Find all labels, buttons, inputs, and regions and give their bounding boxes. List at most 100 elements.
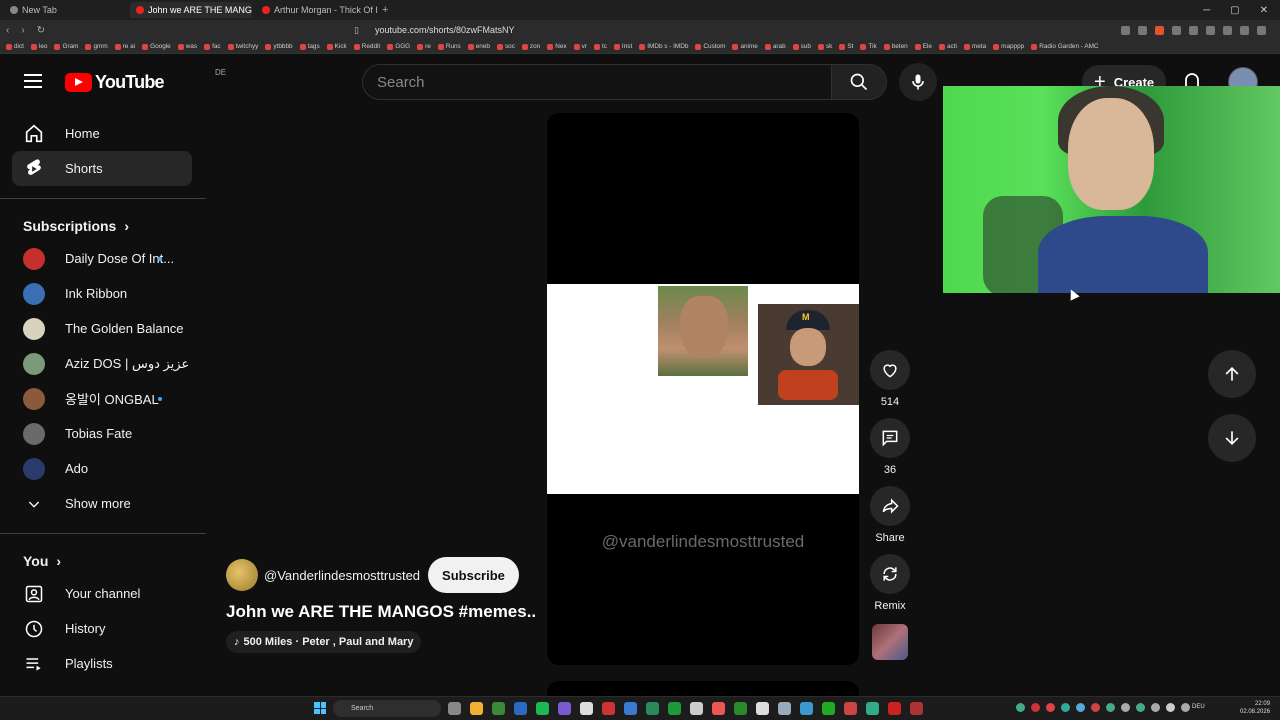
tray-icon[interactable] [1136,703,1145,712]
sidebar-icon[interactable] [1223,25,1232,35]
bookmark-item[interactable]: Nex [547,43,567,50]
like-button[interactable] [870,350,910,390]
bookmark-item[interactable]: sk [817,43,832,50]
bookmark-item[interactable]: meta [963,43,986,50]
bookmark-item[interactable]: zon [521,43,540,50]
wallet-icon[interactable] [1240,25,1249,35]
brave-shield-icon[interactable] [1155,25,1164,35]
taskbar-app-icon[interactable] [492,702,505,715]
bookmark-item[interactable]: Kick [326,43,347,50]
subscription-item[interactable]: The Golden Balance [12,311,192,346]
search-button[interactable] [831,64,887,100]
channel-name[interactable]: @Vanderlindesmosttrusted [264,568,420,583]
bookmark-item[interactable]: Custom [695,43,725,50]
bookmark-item[interactable]: Google [142,43,171,50]
remix-button[interactable] [870,554,910,594]
bookmark-item[interactable]: vr [573,43,587,50]
bookmark-item[interactable]: ytbbbb [265,43,293,50]
tray-icon[interactable] [1181,703,1190,712]
taskbar-app-icon[interactable] [668,702,681,715]
next-short-button[interactable] [1208,414,1256,462]
bookmark-item[interactable]: acti [938,43,957,50]
url-field[interactable]: youtube.com/shorts/80zwFMatsNY [375,25,515,35]
bookmark-item[interactable]: arab [764,43,786,50]
bookmark-item[interactable]: sub [792,43,811,50]
forward-icon[interactable]: › [21,25,24,36]
previous-short-button[interactable] [1208,350,1256,398]
sound-thumbnail[interactable] [872,624,908,660]
music-chip[interactable]: ♪ 500 Miles · Peter , Paul and Mary [226,631,422,653]
sidebar-item-your-channel[interactable]: Your channel [12,576,192,611]
tray-icon[interactable] [1076,703,1085,712]
taskbar-app-icon[interactable] [536,702,549,715]
tray-icon[interactable] [1106,703,1115,712]
tray-icon[interactable] [1151,703,1160,712]
subscriptions-heading[interactable]: Subscriptions › [0,211,206,241]
taskbar-app-icon[interactable] [448,702,461,715]
bookmark-item[interactable]: Radio Garden - AMC [1031,43,1099,50]
you-heading[interactable]: You › [0,546,206,576]
bookmark-item[interactable]: soc [496,43,515,50]
keyboard-language[interactable]: DEU [1192,704,1205,710]
taskbar-app-icon[interactable] [514,702,527,715]
back-icon[interactable]: ‹ [6,25,9,36]
taskbar-app-icon[interactable] [646,702,659,715]
bookmark-item[interactable]: Reddit [353,43,380,50]
show-more-button[interactable]: Show more [12,486,192,521]
bookmark-item[interactable]: twitchyy [227,43,258,50]
bookmark-item[interactable]: St [839,43,853,50]
bookmark-item[interactable]: tc [593,43,607,50]
subscription-item[interactable]: Aziz DOS | عزيز دوس [12,346,192,381]
sidebar-item-playlists[interactable]: Playlists [12,646,192,681]
taskbar-app-icon[interactable] [602,702,615,715]
subscription-item[interactable]: Ink Ribbon [12,276,192,311]
channel-avatar[interactable] [226,559,258,591]
sidebar-item-shorts[interactable]: Shorts [12,151,192,186]
taskbar-app-icon[interactable] [844,702,857,715]
browser-tab-active[interactable]: John we ARE THE MANGOS #✕ [130,2,252,18]
tray-icon[interactable] [1166,703,1175,712]
browser-tab[interactable]: New Tab [4,2,126,18]
tray-icon[interactable] [1091,703,1100,712]
extension-icon[interactable] [1172,25,1181,35]
bookmark-item[interactable]: Ele [914,43,932,50]
taskbar-app-icon[interactable] [734,702,747,715]
bookmark-item[interactable]: gmm [85,43,108,50]
shorts-video-player[interactable]: M @vanderlindesmosttrusted [547,113,859,665]
cast-icon[interactable] [1138,25,1147,35]
bookmark-item[interactable]: beten [883,43,908,50]
taskbar-app-icon[interactable] [470,702,483,715]
tray-icon[interactable] [1031,703,1040,712]
bookmark-item[interactable]: Gram [54,43,78,50]
share-button[interactable] [870,486,910,526]
bookmark-item[interactable]: leo [30,43,47,50]
bookmark-item[interactable]: re [417,43,431,50]
taskbar-app-icon[interactable] [712,702,725,715]
tray-icon[interactable] [1121,703,1130,712]
taskbar-app-icon[interactable] [910,702,923,715]
search-input[interactable]: Search [362,64,832,100]
bookmark-item[interactable]: Inst [613,43,632,50]
bookmark-item[interactable]: dict [6,43,24,50]
taskbar-app-icon[interactable] [690,702,703,715]
voice-search-button[interactable] [899,63,937,101]
browser-tab[interactable]: Arthur Morgan - Thick Of It (ft. John✕ [256,2,378,18]
taskbar-app-icon[interactable] [800,702,813,715]
taskbar-app-icon[interactable] [580,702,593,715]
bookmark-item[interactable]: eneb [467,43,490,50]
taskbar-app-icon[interactable] [624,702,637,715]
sidebar-item-home[interactable]: Home [12,116,192,151]
bookmark-item[interactable]: mapppp [993,43,1024,50]
bookmark-page-icon[interactable]: ▯ [354,25,359,36]
subscription-item[interactable]: Daily Dose Of Int... [12,241,192,276]
taskbar-app-icon[interactable] [756,702,769,715]
close-window-icon[interactable]: ✕ [1260,5,1268,16]
taskbar-app-icon[interactable] [778,702,791,715]
bookmark-item[interactable]: IMDb s - IMDb [639,43,688,50]
subscription-item[interactable]: Ado [12,451,192,486]
zoom-icon[interactable] [1121,25,1130,35]
comments-button[interactable] [870,418,910,458]
windows-start-icon[interactable] [314,702,326,714]
tray-icon[interactable] [1046,703,1055,712]
video-title[interactable]: John we ARE THE MANGOS #memes... [226,602,536,622]
